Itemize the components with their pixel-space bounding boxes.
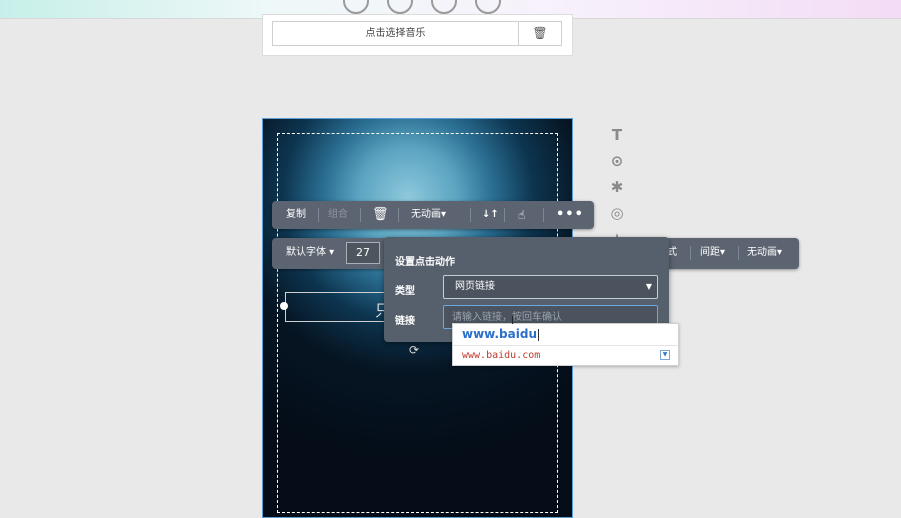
visibility-tool-icon[interactable]: ◎ [608, 202, 626, 228]
resize-handle[interactable] [280, 302, 288, 310]
divider [453, 345, 678, 346]
animation-dropdown[interactable]: 无动画▾ [411, 201, 446, 229]
divider [360, 208, 361, 222]
copy-button[interactable]: 复制 [286, 201, 306, 229]
select-music-button[interactable]: 点击选择音乐 [272, 21, 519, 46]
rotate-icon[interactable]: ⟳ [409, 343, 419, 357]
document-icon[interactable] [431, 0, 457, 14]
chevron-down-icon[interactable]: ▼ [660, 350, 670, 360]
pointer-icon[interactable]: ☝ [518, 201, 525, 229]
image-icon[interactable] [387, 0, 413, 14]
font-family-dropdown[interactable]: 默认字体 ▾ [286, 239, 334, 267]
type-value: 网页链接 [455, 281, 495, 292]
ime-composition-text: www.baidu [462, 327, 539, 341]
dropdown-arrow-icon: ▼ [645, 282, 652, 291]
effect-tool-icon[interactable]: ✱ [608, 176, 626, 202]
element-toolbar: 复制 组合 🗑 无动画▾ ↓↑ ☝ ••• [272, 201, 594, 229]
divider [504, 208, 505, 222]
divider [470, 208, 471, 222]
trash-icon: 🗑 [532, 26, 548, 40]
link-label: 链接 [395, 316, 415, 327]
divider [543, 208, 544, 222]
check-icon[interactable] [475, 0, 501, 14]
text-tool-icon[interactable]: T [608, 124, 626, 150]
side-toolbar: T ⊙ ✱ ◎ ★ [608, 124, 628, 254]
divider [398, 208, 399, 222]
play-tool-icon[interactable]: ⊙ [608, 150, 626, 176]
font-size-input[interactable]: 27 [346, 242, 380, 264]
type-label: 类型 [395, 286, 415, 297]
typed-text: www.baidu [462, 327, 537, 341]
autocomplete-popup: www.baidu www.baidu.com ▼ [452, 323, 679, 366]
group-button[interactable]: 组合 [328, 201, 348, 229]
delete-music-button[interactable]: 🗑 [519, 21, 562, 46]
square-icon[interactable] [343, 0, 369, 14]
music-panel: 点击选择音乐 🗑 [262, 14, 573, 56]
spacing-dropdown[interactable]: 间距▾ [700, 239, 725, 267]
layer-order-icon[interactable]: ↓↑ [482, 201, 499, 229]
type-select[interactable]: 网页链接 ▼ [443, 275, 658, 299]
more-button[interactable]: ••• [556, 201, 584, 229]
divider [690, 246, 691, 260]
autocomplete-suggestion[interactable]: www.baidu.com [462, 350, 540, 361]
divider [738, 246, 739, 260]
divider [318, 208, 319, 222]
text-cursor-icon: I [511, 314, 515, 327]
delete-icon[interactable]: 🗑 [372, 201, 389, 229]
text-animation-dropdown[interactable]: 无动画▾ [747, 239, 782, 267]
panel-title: 设置点击动作 [395, 257, 455, 268]
text-caret [537, 328, 539, 341]
